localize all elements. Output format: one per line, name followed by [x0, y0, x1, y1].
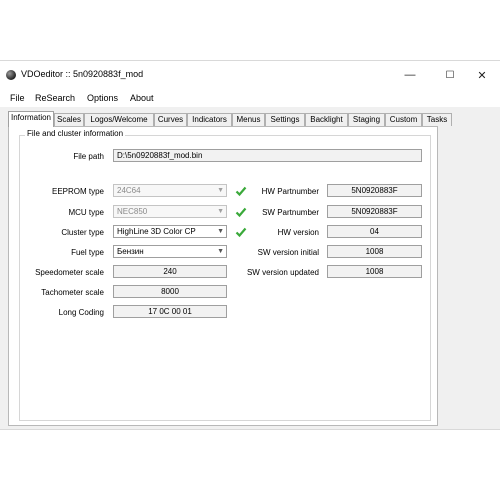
title-bar[interactable]: VDOeditor :: 5n0920883f_mod — ☐ ✕: [0, 61, 500, 89]
maximize-button[interactable]: ☐: [438, 66, 462, 84]
eeprom-type-select[interactable]: 24C64 ▼: [113, 184, 227, 197]
long-coding-label: Long Coding: [58, 308, 104, 317]
mcu-type-value: NEC850: [117, 207, 148, 216]
close-button[interactable]: ✕: [470, 66, 494, 84]
menu-about[interactable]: About: [130, 93, 154, 103]
file-path-field[interactable]: D:\5n0920883f_mod.bin: [113, 149, 422, 162]
tab-menus[interactable]: Menus: [232, 113, 265, 126]
tab-logos-welcome[interactable]: Logos/Welcome: [84, 113, 154, 126]
sw-partnumber-field[interactable]: 5N0920883F: [327, 205, 422, 218]
checkmark-icon: [235, 227, 247, 238]
tab-backlight[interactable]: Backlight: [305, 113, 348, 126]
menu-options[interactable]: Options: [87, 93, 118, 103]
checkmark-icon: [235, 207, 247, 218]
fuel-type-label: Fuel type: [71, 248, 104, 257]
checkmark-icon: [235, 186, 247, 197]
cluster-type-label: Cluster type: [61, 228, 104, 237]
file-path-label: File path: [73, 152, 104, 161]
long-coding-field[interactable]: 17 0C 00 01: [113, 305, 227, 318]
fuel-type-value: Бензин: [117, 247, 144, 256]
file-cluster-info-group: [19, 135, 431, 421]
cluster-type-value: HighLine 3D Color CP: [117, 227, 196, 236]
sw-version-updated-label: SW version updated: [246, 268, 319, 277]
tab-curves[interactable]: Curves: [154, 113, 187, 126]
tab-information[interactable]: Information: [8, 111, 54, 127]
window-title: VDOeditor :: 5n0920883f_mod: [21, 69, 144, 79]
sw-version-updated-field[interactable]: 1008: [327, 265, 422, 278]
speedometer-scale-label: Speedometer scale: [35, 268, 104, 277]
chevron-down-icon: ▼: [217, 208, 224, 215]
chevron-down-icon: ▼: [217, 228, 224, 235]
menu-research[interactable]: ReSearch: [35, 93, 75, 103]
eeprom-type-label: EEPROM type: [51, 187, 104, 196]
tab-custom[interactable]: Custom: [385, 113, 422, 126]
tab-indicators[interactable]: Indicators: [187, 113, 232, 126]
tab-tasks[interactable]: Tasks: [422, 113, 452, 126]
sw-version-initial-label: SW version initial: [257, 248, 319, 257]
app-window: VDOeditor :: 5n0920883f_mod — ☐ ✕ File R…: [0, 60, 500, 430]
speedometer-scale-field[interactable]: 240: [113, 265, 227, 278]
app-icon: [6, 70, 16, 80]
information-panel: File and cluster information File path D…: [8, 126, 438, 426]
minimize-button[interactable]: —: [398, 66, 422, 84]
hw-partnumber-label: HW Partnumber: [261, 187, 319, 196]
group-title: File and cluster information: [25, 129, 126, 138]
cluster-type-select[interactable]: HighLine 3D Color CP ▼: [113, 225, 227, 238]
chevron-down-icon: ▼: [217, 187, 224, 194]
mcu-type-label: MCU type: [68, 208, 104, 217]
hw-version-label: HW version: [277, 228, 319, 237]
tab-settings[interactable]: Settings: [265, 113, 305, 126]
tab-scales[interactable]: Scales: [54, 113, 84, 126]
chevron-down-icon: ▼: [217, 248, 224, 255]
hw-version-field[interactable]: 04: [327, 225, 422, 238]
sw-partnumber-label: SW Partnumber: [262, 208, 319, 217]
tachometer-scale-label: Tachometer scale: [41, 288, 104, 297]
tachometer-scale-field[interactable]: 8000: [113, 285, 227, 298]
fuel-type-select[interactable]: Бензин ▼: [113, 245, 227, 258]
menu-file[interactable]: File: [10, 93, 25, 103]
tab-staging[interactable]: Staging: [348, 113, 385, 126]
hw-partnumber-field[interactable]: 5N0920883F: [327, 184, 422, 197]
eeprom-type-value: 24C64: [117, 186, 141, 195]
menu-bar: File ReSearch Options About: [0, 89, 500, 107]
mcu-type-select[interactable]: NEC850 ▼: [113, 205, 227, 218]
sw-version-initial-field[interactable]: 1008: [327, 245, 422, 258]
